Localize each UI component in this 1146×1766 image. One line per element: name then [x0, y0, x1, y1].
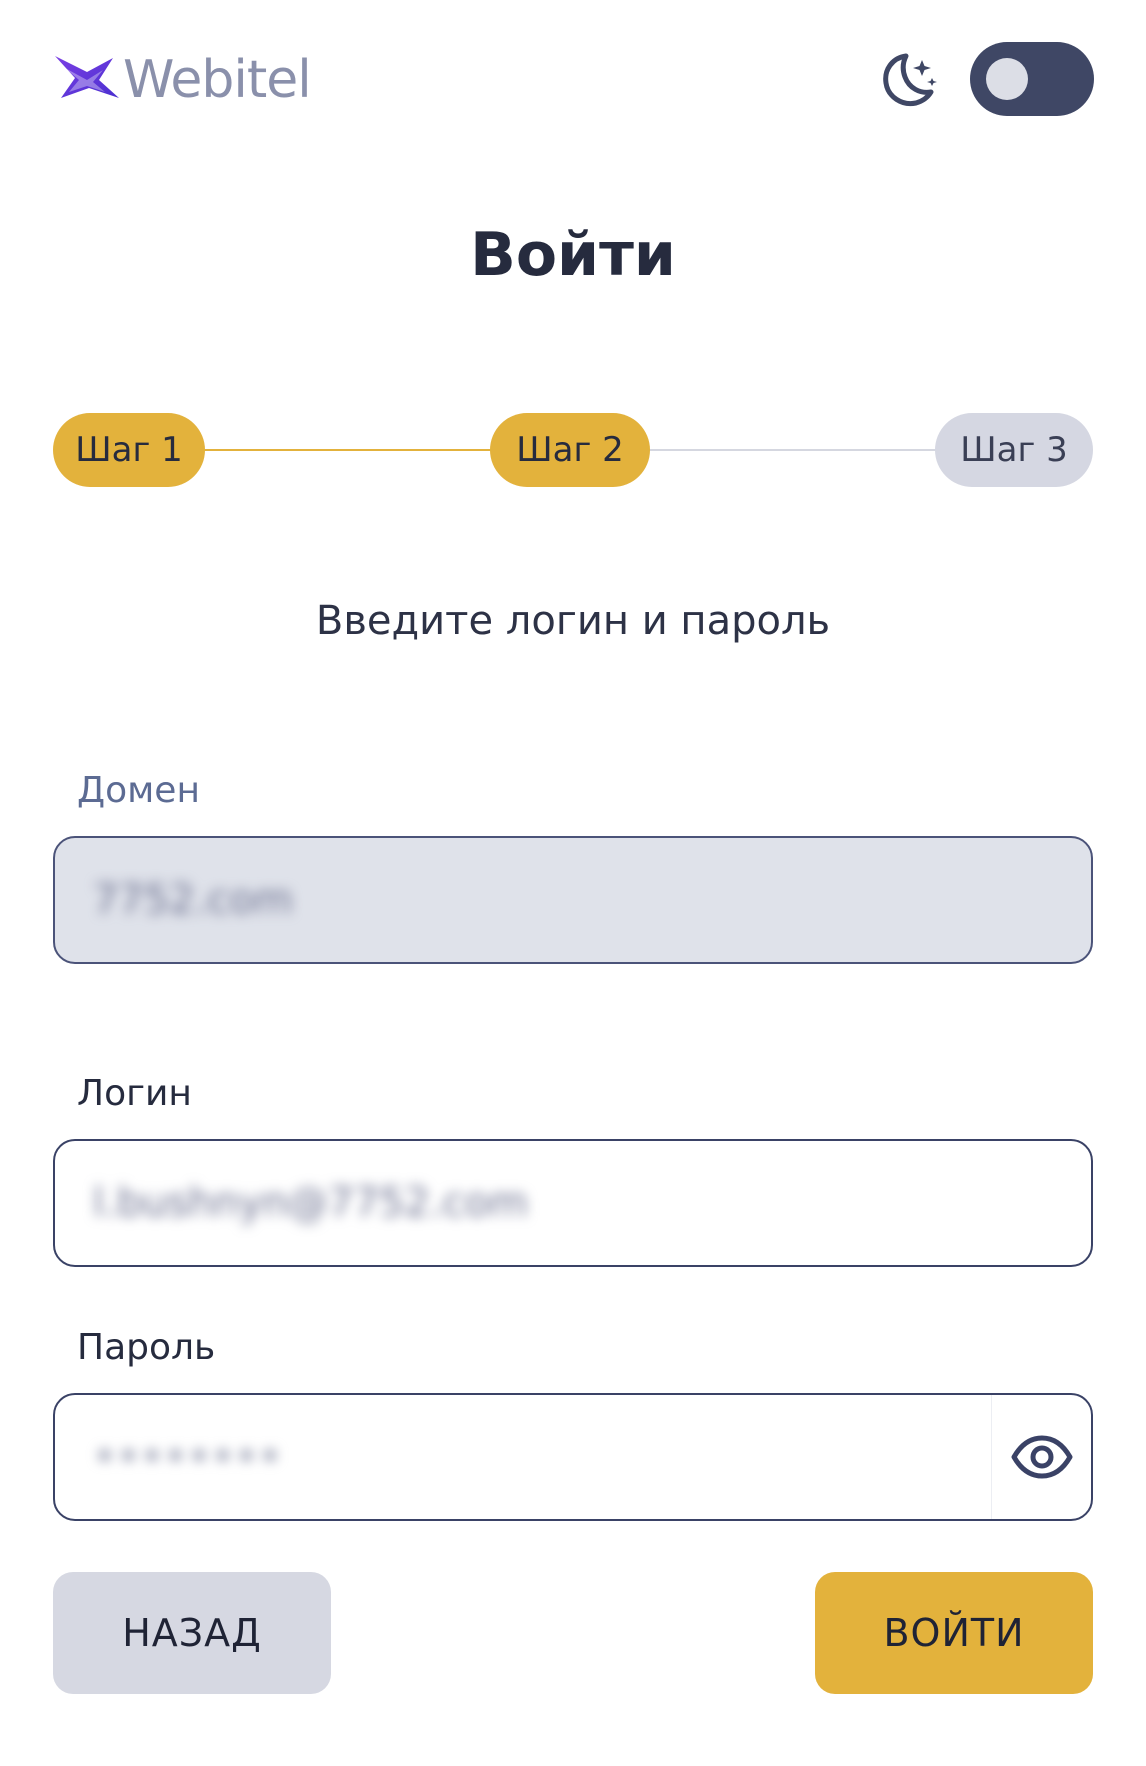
login-field[interactable]: l.bushnyn@7752.com — [53, 1139, 1093, 1267]
theme-toggle-knob — [986, 58, 1028, 100]
theme-toggle[interactable] — [970, 42, 1094, 116]
domain-field: 7752.com — [53, 836, 1093, 964]
step-3[interactable]: Шаг 3 — [935, 413, 1093, 487]
password-field[interactable]: •••••••• — [53, 1393, 1093, 1521]
back-button[interactable]: НАЗАД — [53, 1572, 331, 1694]
login-stepper: Шаг 1 Шаг 2 Шаг 3 — [53, 413, 1093, 487]
password-visibility-toggle[interactable] — [991, 1395, 1091, 1519]
eye-icon — [1011, 1435, 1072, 1479]
password-value: •••••••• — [93, 1434, 282, 1480]
password-label: Пароль — [77, 1327, 216, 1368]
step-1[interactable]: Шаг 1 — [53, 413, 205, 487]
step-2[interactable]: Шаг 2 — [490, 413, 650, 487]
moon-stars-icon — [883, 53, 937, 107]
domain-label: Домен — [77, 770, 200, 811]
login-page: Webitel Войти Шаг 1 Шаг 2 Шаг 3 Введите … — [0, 0, 1146, 1766]
login-button[interactable]: ВОЙТИ — [815, 1572, 1093, 1694]
step-instructions: Введите логин и пароль — [315, 598, 831, 644]
brand-logo: Webitel — [53, 50, 312, 110]
domain-value: 7752.com — [93, 877, 293, 923]
page-title: Войти — [470, 220, 676, 290]
login-label: Логин — [77, 1073, 192, 1114]
webitel-logo-icon — [55, 56, 119, 98]
brand-name: Webitel — [123, 50, 312, 110]
login-value: l.bushnyn@7752.com — [93, 1180, 529, 1226]
